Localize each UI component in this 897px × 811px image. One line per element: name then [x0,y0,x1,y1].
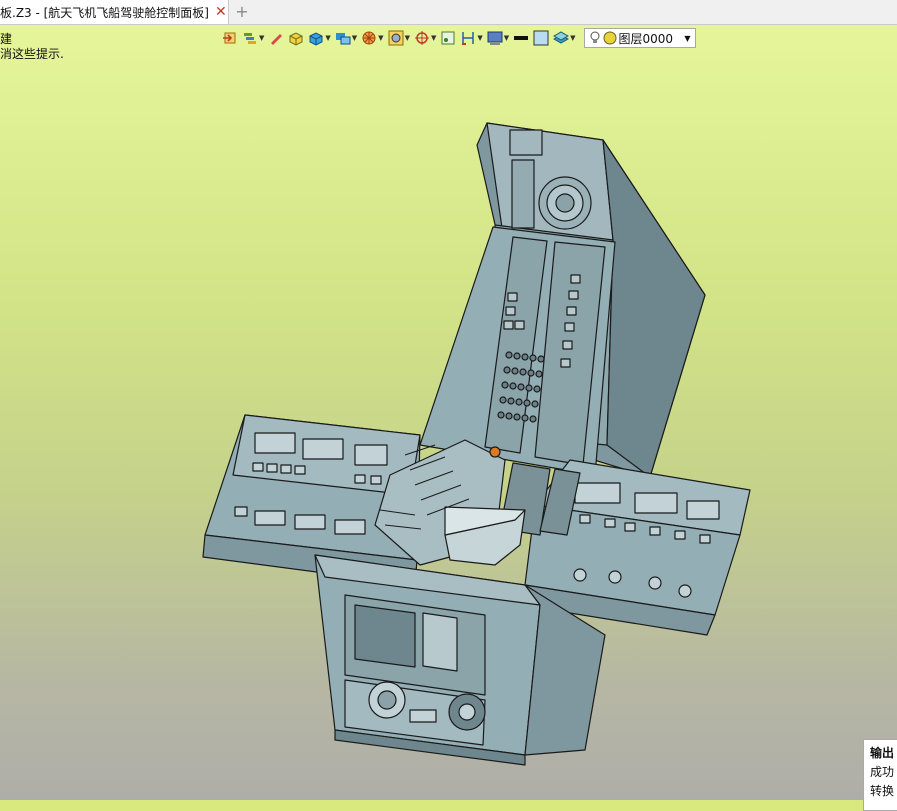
tab-title: 板.Z3 - [航天飞机飞船驾驶舱控制面板] [0,5,209,20]
blue-box-icon [308,30,324,46]
frame-button[interactable]: ▼ [388,27,410,49]
new-tab-button[interactable]: + [233,2,251,22]
pen-icon [268,30,284,46]
output-line: 成功 [870,765,895,779]
line-color-button[interactable] [513,27,529,49]
pen-button[interactable] [268,27,284,49]
chevron-down-icon: ▼ [684,33,691,43]
yellow-solid-button[interactable] [288,27,304,49]
close-icon[interactable]: ✕ [215,4,227,20]
blue-shape-icon [335,30,351,46]
yellow-solid-icon [288,30,304,46]
target-button[interactable]: ▼ [414,27,436,49]
layer-select[interactable]: 图层0000 ▼ [583,28,696,48]
chevron-down-icon: ▼ [259,34,265,42]
square-point-button[interactable] [440,27,456,49]
cockpit-control-panel-model[interactable] [195,115,765,775]
layer-color-icon [603,31,617,45]
fill-color-button[interactable] [533,27,549,49]
chevron-down-icon: ▼ [477,34,483,42]
wheel-button[interactable]: ▼ [361,27,384,49]
layer-name: 图层0000 [618,31,674,46]
chevron-down-icon: ▼ [430,34,437,42]
square-point-icon [440,30,456,46]
chevron-down-icon: ▼ [325,34,331,42]
view-toolbar: ▼ ▼ ▼ ▼ ▼ ▼ ▼ ▼ ▼ 图层0000 ▼ [222,26,822,50]
layers-icon [242,30,258,46]
tab-bar: 板.Z3 - [航天飞机飞船驾驶舱控制面板] ✕ + [0,0,897,25]
blue-box-button[interactable]: ▼ [308,27,331,49]
target-icon [414,30,430,46]
frame-icon [388,30,404,46]
wheel-icon [361,30,377,46]
black-line-icon [513,30,529,46]
chevron-down-icon: ▼ [570,34,576,42]
chevron-down-icon: ▼ [503,34,510,42]
output-title: 输出 [870,746,895,760]
exit-button[interactable] [222,27,238,49]
stack-icon [553,30,570,46]
chevron-down-icon: ▼ [378,34,384,42]
hint-text-2: 消这些提示. [0,47,64,61]
color-square-icon [533,30,549,46]
chevron-down-icon: ▼ [404,34,410,42]
dimension-button[interactable]: ▼ [460,27,483,49]
stack-button[interactable]: ▼ [553,27,576,49]
lightbulb-icon [589,31,601,45]
chevron-down-icon: ▼ [351,34,358,42]
layers-button[interactable]: ▼ [242,27,264,49]
dimension-icon [460,30,476,46]
exit-icon [222,30,238,46]
document-tab[interactable]: 板.Z3 - [航天飞机飞船驾驶舱控制面板] ✕ [0,0,229,24]
output-panel: 输出 成功 转换 [863,739,897,811]
blue-shape-button[interactable]: ▼ [335,27,357,49]
screen-icon [487,30,503,46]
output-line: 转换 [870,784,895,798]
screen-button[interactable]: ▼ [487,27,509,49]
